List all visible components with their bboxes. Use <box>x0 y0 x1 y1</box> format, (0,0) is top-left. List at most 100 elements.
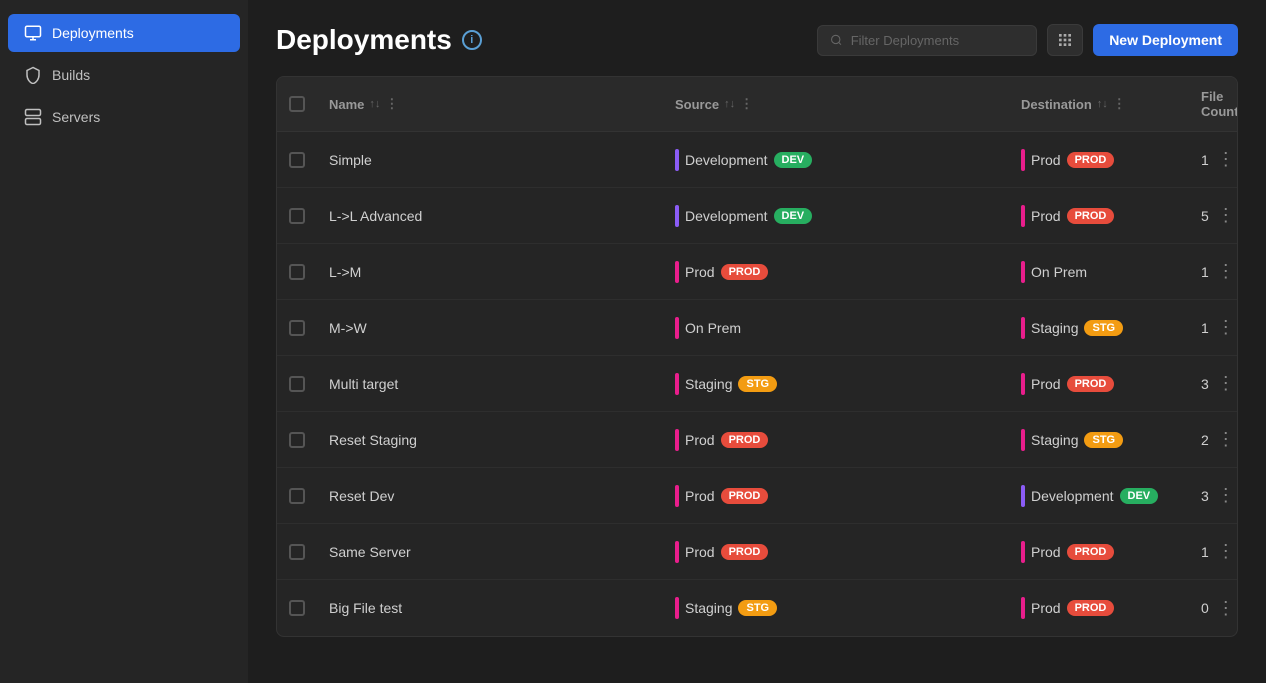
env-bar <box>675 541 679 563</box>
env-cell: StagingSTG <box>663 363 1009 405</box>
th-destination-menu[interactable]: ⋮ <box>1113 96 1126 112</box>
table-header: Name ↑↓ ⋮ Source ↑↓ ⋮ Destination ↑↓ ⋮ F… <box>277 77 1237 132</box>
search-box <box>817 25 1037 56</box>
grid-icon <box>1057 32 1073 48</box>
env-bar <box>675 373 679 395</box>
row-name: M->W <box>317 310 663 346</box>
row-menu-button[interactable]: ⋮ <box>1209 369 1238 398</box>
env-cell: ProdPROD <box>1009 195 1189 237</box>
row-checkbox[interactable] <box>289 376 305 392</box>
sidebar-label-deployments: Deployments <box>52 25 134 41</box>
row-filecount: 1 ⋮ <box>1189 527 1237 576</box>
header-right: New Deployment <box>817 24 1238 56</box>
builds-icon <box>24 66 42 84</box>
row-check-col <box>277 152 317 168</box>
row-check-col <box>277 208 317 224</box>
env-label: Prod <box>685 544 715 560</box>
row-checkbox[interactable] <box>289 488 305 504</box>
env-bar <box>675 485 679 507</box>
env-cell: DevelopmentDEV <box>663 195 1009 237</box>
header-left: Deployments i <box>276 24 482 56</box>
env-bar <box>675 261 679 283</box>
th-filecount-label: File Count <box>1201 89 1238 119</box>
row-filecount: 3 ⋮ <box>1189 471 1237 520</box>
sidebar-label-builds: Builds <box>52 67 90 83</box>
env-badge: PROD <box>721 488 769 504</box>
sidebar-item-servers[interactable]: Servers <box>8 98 240 136</box>
search-input[interactable] <box>851 33 1024 48</box>
env-bar <box>1021 149 1025 171</box>
filecount-value: 1 <box>1201 320 1209 336</box>
th-source: Source ↑↓ ⋮ <box>663 87 1009 121</box>
env-cell: ProdPROD <box>663 531 1009 573</box>
env-bar <box>675 317 679 339</box>
sidebar-item-deployments[interactable]: Deployments <box>8 14 240 52</box>
env-label: Development <box>1031 488 1114 504</box>
row-checkbox[interactable] <box>289 152 305 168</box>
row-menu-button[interactable]: ⋮ <box>1209 594 1238 623</box>
row-checkbox[interactable] <box>289 208 305 224</box>
env-bar <box>675 597 679 619</box>
table-row: Reset Staging ProdPROD StagingSTG 2 ⋮ <box>277 412 1237 468</box>
env-bar <box>1021 205 1025 227</box>
filecount-value: 2 <box>1201 432 1209 448</box>
env-badge: STG <box>1084 320 1123 336</box>
row-checkbox[interactable] <box>289 600 305 616</box>
filecount-value: 3 <box>1201 376 1209 392</box>
env-label: Staging <box>1031 432 1078 448</box>
th-filecount: File Count ↑↓ ⋮ <box>1189 87 1237 121</box>
th-source-menu[interactable]: ⋮ <box>740 96 753 112</box>
table-row: Simple DevelopmentDEV ProdPROD 1 ⋮ <box>277 132 1237 188</box>
env-badge: DEV <box>774 152 813 168</box>
row-menu-button[interactable]: ⋮ <box>1209 201 1238 230</box>
row-menu-button[interactable]: ⋮ <box>1209 481 1238 510</box>
row-menu-button[interactable]: ⋮ <box>1209 313 1238 342</box>
select-all-col <box>277 87 317 121</box>
env-cell: On Prem <box>1009 251 1189 293</box>
row-filecount: 1 ⋮ <box>1189 135 1237 184</box>
row-filecount: 2 ⋮ <box>1189 415 1237 464</box>
env-bar <box>1021 317 1025 339</box>
env-label: Staging <box>685 600 732 616</box>
sidebar: Deployments Builds Servers <box>0 0 248 683</box>
row-name: Multi target <box>317 366 663 402</box>
th-name-label: Name <box>329 97 364 112</box>
row-name: Simple <box>317 142 663 178</box>
new-deployment-button[interactable]: New Deployment <box>1093 24 1238 56</box>
info-icon[interactable]: i <box>462 30 482 50</box>
table-body: Simple DevelopmentDEV ProdPROD 1 ⋮ L->L … <box>277 132 1237 636</box>
sort-destination-icon[interactable]: ↑↓ <box>1097 98 1108 110</box>
row-checkbox[interactable] <box>289 544 305 560</box>
th-destination-label: Destination <box>1021 97 1092 112</box>
row-checkbox[interactable] <box>289 432 305 448</box>
filecount-value: 3 <box>1201 488 1209 504</box>
env-bar <box>1021 485 1025 507</box>
row-checkbox[interactable] <box>289 320 305 336</box>
table-row: Same Server ProdPROD ProdPROD 1 ⋮ <box>277 524 1237 580</box>
row-checkbox[interactable] <box>289 264 305 280</box>
sort-name-icon[interactable]: ↑↓ <box>369 98 380 110</box>
env-cell: ProdPROD <box>663 419 1009 461</box>
env-label: Staging <box>1031 320 1078 336</box>
th-name-menu[interactable]: ⋮ <box>385 96 398 112</box>
env-cell: ProdPROD <box>1009 363 1189 405</box>
table-row: L->L Advanced DevelopmentDEV ProdPROD 5 … <box>277 188 1237 244</box>
row-menu-button[interactable]: ⋮ <box>1209 145 1238 174</box>
env-badge: DEV <box>774 208 813 224</box>
env-badge: PROD <box>1067 600 1115 616</box>
grid-view-button[interactable] <box>1047 24 1083 56</box>
sidebar-item-builds[interactable]: Builds <box>8 56 240 94</box>
env-label: Staging <box>685 376 732 392</box>
page-title: Deployments <box>276 24 452 56</box>
sort-source-icon[interactable]: ↑↓ <box>724 98 735 110</box>
page-header: Deployments i New Deployment <box>276 24 1238 56</box>
table-row: Multi target StagingSTG ProdPROD 3 ⋮ <box>277 356 1237 412</box>
env-label: Prod <box>685 264 715 280</box>
row-menu-button[interactable]: ⋮ <box>1209 537 1238 566</box>
row-menu-button[interactable]: ⋮ <box>1209 425 1238 454</box>
row-name: L->L Advanced <box>317 198 663 234</box>
env-bar <box>675 205 679 227</box>
select-all-checkbox[interactable] <box>289 96 305 112</box>
env-cell: DevelopmentDEV <box>663 139 1009 181</box>
row-menu-button[interactable]: ⋮ <box>1209 257 1238 286</box>
